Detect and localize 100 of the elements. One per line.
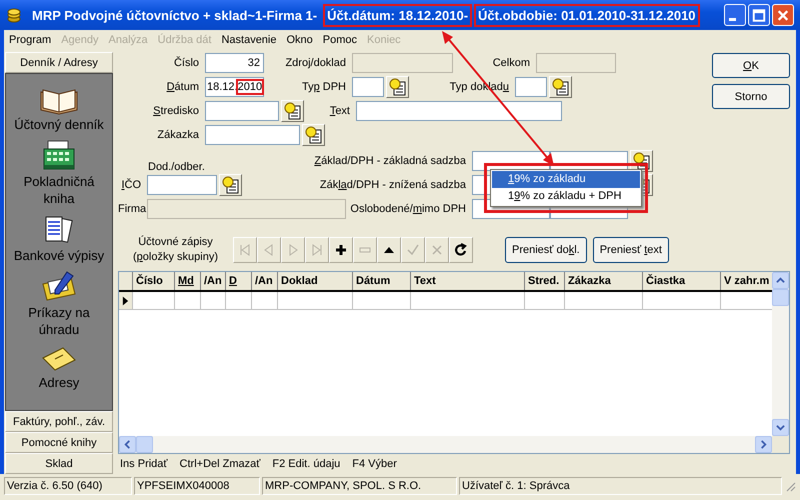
date-field[interactable]: 18.12.2010 (205, 77, 264, 97)
dialog-button[interactable]: Storno (712, 84, 790, 109)
field-label: Dátum (166, 81, 200, 93)
sidebar-item-label[interactable]: Pokladničná kniha (9, 173, 109, 207)
dialog-button[interactable]: OK (712, 53, 790, 78)
horizontal-scrollbar[interactable] (119, 436, 772, 453)
sidebar-tab[interactable]: Pomocné knihy (5, 432, 113, 453)
field-label: Základ/DPH - znížená sadzba (318, 179, 467, 191)
menu-item[interactable]: Okno (286, 34, 313, 46)
column-header[interactable]: Doklad (278, 272, 353, 290)
lookup-button[interactable] (549, 76, 572, 98)
menu-item[interactable]: Pomoc (322, 34, 358, 46)
checkmark-icon (405, 242, 421, 258)
column-header[interactable]: D (226, 272, 252, 290)
field-label: IČO (120, 179, 142, 191)
window-title: Účt.obdobie: 01.01.2010-31.12.2010 (474, 4, 700, 26)
sidebar-item-label[interactable]: Účtovný denník (14, 116, 104, 133)
field-label: Číslo (172, 57, 200, 69)
sidebar-tab[interactable]: Faktúry, pohľ., záv. (5, 411, 113, 432)
total-field[interactable] (536, 53, 616, 73)
nav-refresh-button[interactable] (449, 237, 473, 263)
cost-center-field[interactable] (205, 101, 279, 121)
caret-down-icon (776, 423, 785, 432)
order-field[interactable] (205, 125, 300, 145)
transfer-button[interactable]: Preniesť dokl. (505, 237, 587, 263)
field-label: Firma (118, 203, 147, 215)
minimize-icon (729, 18, 736, 20)
window-title: Účt.dátum: 18.12.2010- (323, 4, 472, 26)
resize-grip-icon[interactable] (784, 480, 796, 492)
menu-item[interactable]: Program (9, 34, 52, 46)
sidebar-tab[interactable]: Denník / Adresy (5, 52, 113, 73)
scrollbar-thumb[interactable] (136, 436, 153, 453)
dropdown-option[interactable]: 19% zo základu (492, 171, 640, 188)
sidebar-item-label[interactable]: Adresy (38, 374, 80, 391)
shortcut-hint: F2 Edit. údaju (272, 458, 340, 470)
lookup-button[interactable] (219, 174, 242, 196)
coins-icon (6, 7, 22, 23)
column-header[interactable]: Text (411, 272, 525, 290)
company-field[interactable] (147, 199, 346, 219)
status-panel: MRP-COMPANY, SPOL. S R.O. (262, 477, 457, 495)
scroll-left-button[interactable] (119, 436, 136, 453)
vertical-scrollbar[interactable] (772, 272, 789, 453)
scroll-up-button[interactable] (772, 272, 789, 289)
vat-type-field[interactable] (352, 77, 384, 97)
scrollbar-corner (772, 436, 789, 453)
company-id-field[interactable] (147, 175, 217, 195)
sidebar-item-label[interactable]: Bankové výpisy (14, 247, 104, 264)
sidebar-item-label[interactable]: Príkazy na úhradu (9, 304, 109, 338)
plus-icon (333, 242, 349, 258)
field-label: Základ/DPH - základná sadzba (313, 155, 467, 167)
field-label: Zdroj/doklad (284, 57, 347, 69)
status-panel: Verzia č. 6.50 (640) (4, 477, 132, 495)
column-header[interactable]: Zákazka (565, 272, 643, 290)
field-label: Celkom (492, 57, 531, 69)
caret-right-icon (759, 440, 768, 449)
caret-up-icon (776, 276, 785, 285)
menu-item[interactable]: Nastavenie (221, 34, 276, 46)
scroll-right-button[interactable] (755, 436, 772, 453)
number-field[interactable]: 32 (205, 53, 264, 73)
section-label: (položky skupiny) (133, 250, 218, 265)
refresh-icon (453, 242, 469, 258)
column-header[interactable]: Md (175, 272, 201, 290)
field-label: Text (328, 105, 351, 117)
close-button[interactable] (772, 4, 794, 26)
transfer-button[interactable]: Preniesť text (592, 237, 669, 263)
document-type-field[interactable] (515, 77, 547, 97)
column-header[interactable]: Stred. (525, 272, 565, 290)
column-header[interactable]: Číslo (133, 272, 175, 290)
maximize-button[interactable] (748, 4, 770, 26)
section-label: Účtovné zápisy (138, 235, 213, 250)
column-header[interactable]: /An (201, 272, 226, 290)
field-label: Zákazka (156, 129, 200, 141)
dropdown-option[interactable]: 19% zo základu + DPH (492, 188, 640, 205)
current-row-icon (122, 296, 129, 306)
section-label: Dod./odber. (147, 161, 205, 173)
window-title: MRP Podvojné účtovníctvo + sklad~1-Firma 1- (31, 6, 318, 25)
source-document-field[interactable] (352, 53, 453, 73)
sidebar-tab[interactable]: Sklad (5, 453, 113, 474)
nav-up-button[interactable] (377, 237, 401, 263)
status-panel: YPFSEIMX040008 (134, 477, 260, 495)
caret-left-icon (123, 440, 132, 449)
lookup-button[interactable] (281, 100, 304, 122)
minimize-button[interactable] (724, 4, 746, 26)
field-label: Stredisko (152, 105, 200, 117)
shortcut-hint: Ins Pridať (120, 458, 168, 470)
scroll-down-button[interactable] (772, 419, 789, 436)
scrollbar-thumb[interactable] (772, 289, 789, 306)
lookup-button[interactable] (386, 76, 409, 98)
nav-add-button[interactable] (329, 237, 353, 263)
field-label: Typ DPH (300, 81, 347, 93)
document-icon (222, 176, 240, 194)
field-label: Oslobodené/mimo DPH (349, 203, 467, 215)
column-header[interactable]: Čiastka (643, 272, 721, 290)
shortcut-hint: Ctrl+Del Zmazať (180, 458, 260, 470)
column-header[interactable]: /An (252, 272, 278, 290)
lookup-button[interactable] (302, 124, 325, 146)
status-panel: Užívateľ č. 1: Správca (459, 477, 782, 495)
text-field[interactable] (356, 101, 562, 121)
column-header[interactable]: Dátum (353, 272, 411, 290)
shortcut-hint: F4 Výber (352, 458, 397, 470)
